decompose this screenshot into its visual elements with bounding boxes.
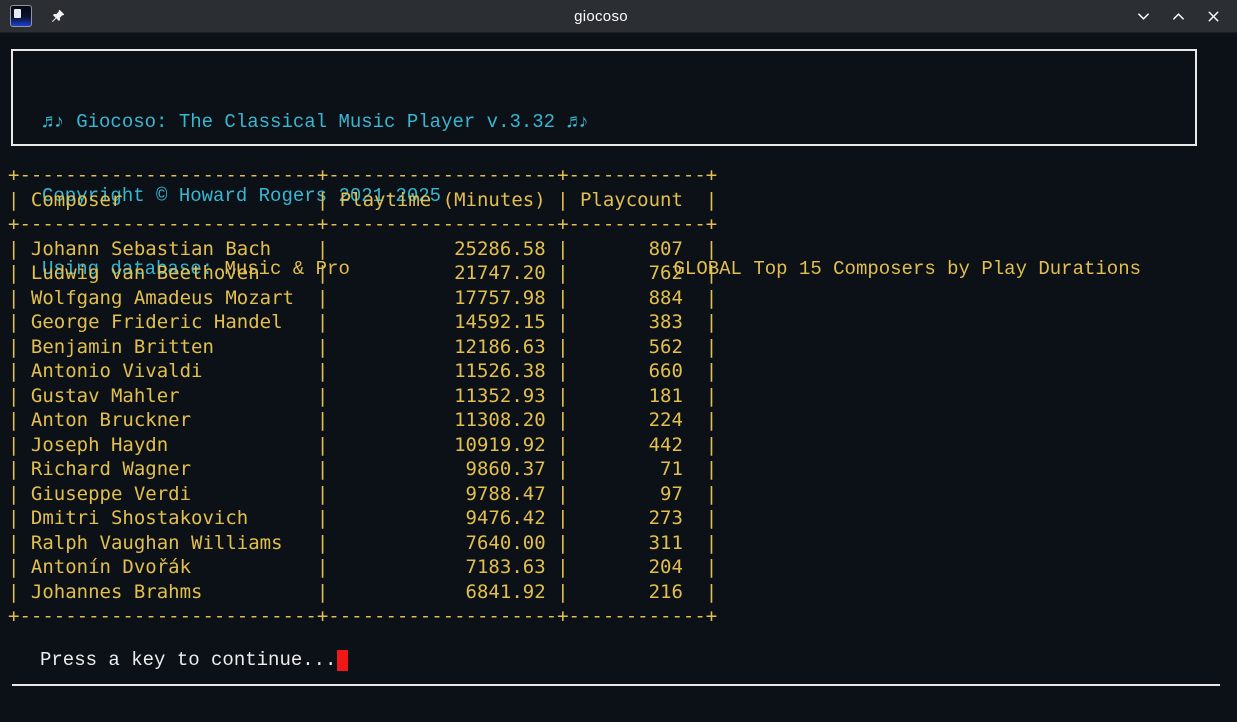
terminal-window: giocoso ♬♪ Giocoso: The Classical Music … xyxy=(0,0,1237,722)
window-title: giocoso xyxy=(66,8,1136,25)
close-button[interactable] xyxy=(1206,9,1221,24)
close-icon xyxy=(1206,9,1221,24)
prompt-line: Press a key to continue... xyxy=(8,648,1237,673)
app-header-box: ♬♪ Giocoso: The Classical Music Player v… xyxy=(11,49,1197,146)
terminal-cursor xyxy=(337,650,348,671)
window-controls xyxy=(1136,9,1227,24)
pin-icon[interactable] xyxy=(49,8,66,25)
chevron-down-icon xyxy=(1136,9,1151,24)
composer-table: +--------------------------+------------… xyxy=(8,163,1237,629)
app-title: ♬♪ Giocoso: The Classical Music Player v… xyxy=(42,110,1195,135)
terminal-content: ♬♪ Giocoso: The Classical Music Player v… xyxy=(0,33,1237,722)
maximize-button[interactable] xyxy=(1171,9,1186,24)
prompt-text: Press a key to continue... xyxy=(40,649,336,671)
minimize-button[interactable] xyxy=(1136,9,1151,24)
titlebar: giocoso xyxy=(0,0,1237,33)
app-icon[interactable] xyxy=(10,5,32,27)
chevron-up-icon xyxy=(1171,9,1186,24)
footer-divider xyxy=(12,684,1220,686)
report-title: GLOBAL Top 15 Composers by Play Duration… xyxy=(674,257,1195,282)
